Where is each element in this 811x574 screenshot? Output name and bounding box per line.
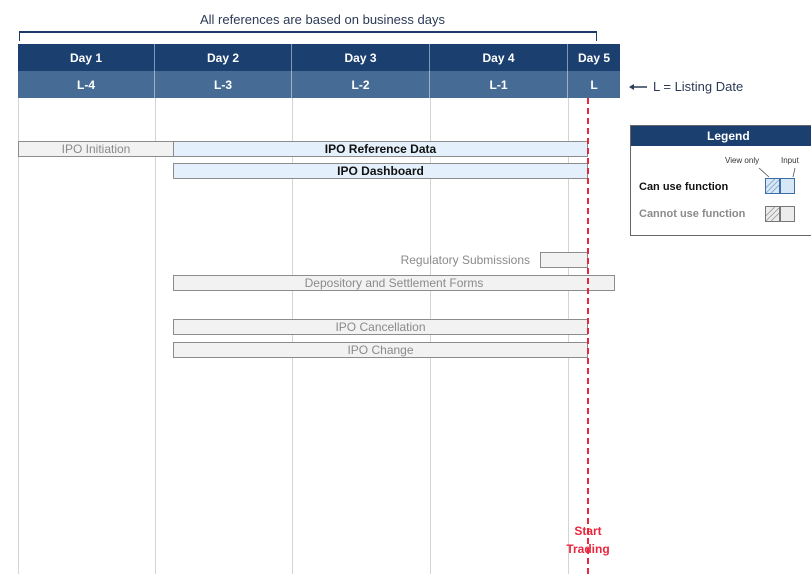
gridline [155,98,156,574]
listing-offset-4: L-1 [430,71,568,98]
day-header-4: Day 4 [430,44,568,71]
legend-can-view-swatch [765,178,780,194]
legend-cannot-input-swatch [780,206,795,222]
start-trading-line [587,98,589,574]
bar-ipo-dashboard: IPO Dashboard [173,163,588,179]
listing-offset-2: L-3 [155,71,292,98]
listing-offset-5: L [568,71,620,98]
start-trading-line1: Start [574,524,602,538]
listing-offset-1: L-4 [18,71,155,98]
caption-business-days: All references are based on business day… [200,12,445,27]
day-header-1: Day 1 [18,44,155,71]
legend-view-only-label: View only [725,156,760,165]
day-header-2: Day 2 [155,44,292,71]
listing-offset-3: L-2 [292,71,430,98]
legend-box: Legend View only Input Can use function … [630,125,811,236]
bar-regulatory-submissions [540,252,588,268]
start-trading-label: Start Trading [558,522,618,558]
legend-cannot-view-swatch [765,206,780,222]
legend-cannot-use-swatch [765,206,795,222]
legend-can-use-swatch [765,178,795,194]
legend-pointer-lines [758,167,796,178]
start-trading-line2: Trading [566,542,610,556]
day-header-3: Day 3 [292,44,430,71]
legend-input-label: Input [781,156,799,165]
timeline-bracket [19,31,597,41]
legend-title: Legend [631,126,811,146]
day-header-5: Day 5 [568,44,620,71]
bar-depository-settlement-forms: Depository and Settlement Forms [173,275,615,291]
bar-ipo-reference-data: IPO Reference Data [173,141,588,157]
legend-can-input-swatch [780,178,795,194]
listing-date-text: L = Listing Date [653,79,744,94]
bar-ipo-change: IPO Change [173,342,588,358]
gridline [18,98,19,574]
label-regulatory-submissions: Regulatory Submissions [400,253,530,267]
legend-cannot-use-label: Cannot use function [639,208,746,220]
legend-can-use-label: Can use function [639,181,729,193]
bar-ipo-initiation: IPO Initiation [18,141,174,157]
bar-ipo-cancellation: IPO Cancellation [173,319,588,335]
arrow-left-icon [629,83,647,90]
listing-date-note: L = Listing Date [629,79,743,94]
